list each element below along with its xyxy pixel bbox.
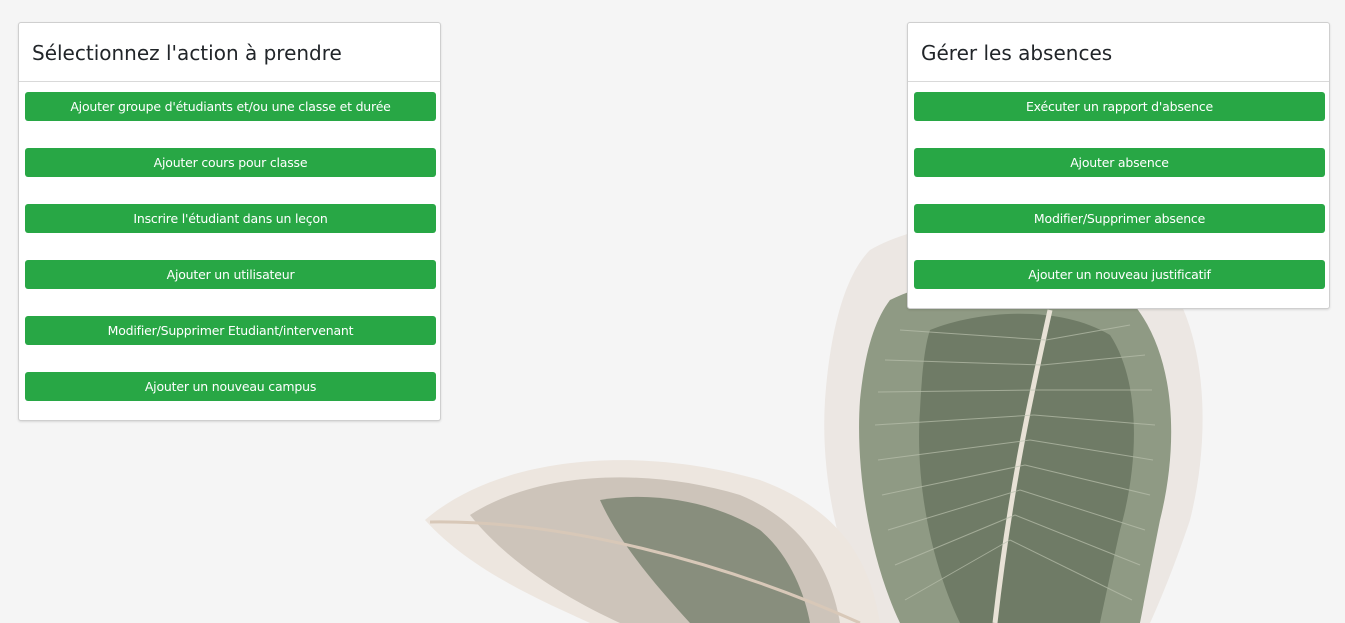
add-justification-button[interactable]: Ajouter un nouveau justificatif xyxy=(914,260,1325,289)
edit-delete-student-button[interactable]: Modifier/Supprimer Etudiant/intervenant xyxy=(25,316,436,345)
absences-panel-body: Exécuter un rapport d'absence Ajouter ab… xyxy=(908,82,1329,289)
add-student-group-button[interactable]: Ajouter groupe d'étudiants et/ou une cla… xyxy=(25,92,436,121)
add-user-button[interactable]: Ajouter un utilisateur xyxy=(25,260,436,289)
small-leaf xyxy=(425,460,880,623)
enroll-student-button[interactable]: Inscrire l'étudiant dans un leçon xyxy=(25,204,436,233)
add-course-button[interactable]: Ajouter cours pour classe xyxy=(25,148,436,177)
actions-panel-title: Sélectionnez l'action à prendre xyxy=(32,41,342,65)
edit-delete-absence-button[interactable]: Modifier/Supprimer absence xyxy=(914,204,1325,233)
actions-panel: Sélectionnez l'action à prendre Ajouter … xyxy=(18,22,441,421)
add-campus-button[interactable]: Ajouter un nouveau campus xyxy=(25,372,436,401)
absences-panel-title: Gérer les absences xyxy=(921,41,1113,65)
absences-panel: Gérer les absences Exécuter un rapport d… xyxy=(907,22,1330,309)
actions-panel-body: Ajouter groupe d'étudiants et/ou une cla… xyxy=(19,82,440,401)
add-absence-button[interactable]: Ajouter absence xyxy=(914,148,1325,177)
absence-report-button[interactable]: Exécuter un rapport d'absence xyxy=(914,92,1325,121)
absences-panel-header: Gérer les absences xyxy=(908,23,1329,82)
actions-panel-header: Sélectionnez l'action à prendre xyxy=(19,23,440,82)
